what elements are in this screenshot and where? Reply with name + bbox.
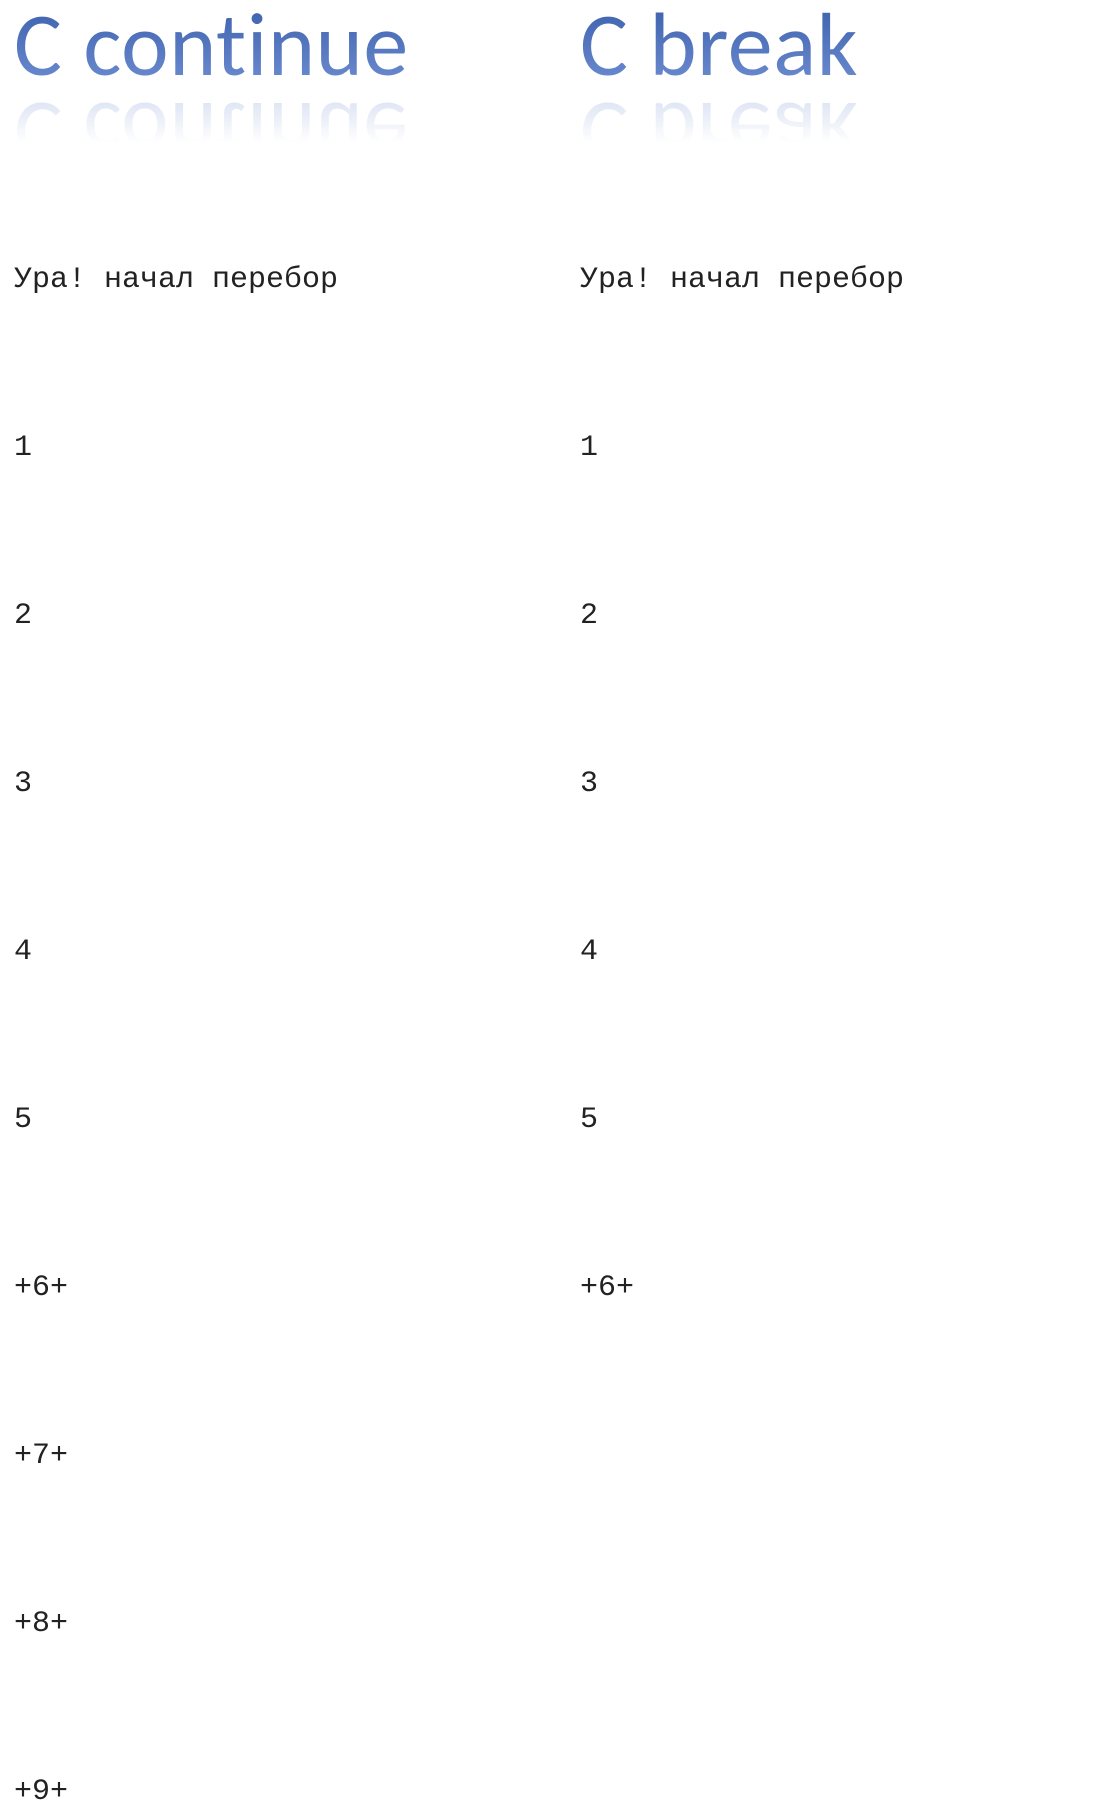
output-line: 4: [580, 924, 904, 980]
output-line: 3: [14, 756, 580, 812]
output-line: 3: [580, 756, 904, 812]
left-heading-reflection: С continue: [14, 88, 409, 178]
output-line: Ура! начал перебор: [14, 252, 580, 308]
output-line: +8+: [14, 1596, 580, 1652]
output-line: +7+: [14, 1428, 580, 1484]
output-line: +6+: [14, 1260, 580, 1316]
output-line: 5: [14, 1092, 580, 1148]
output-line: 2: [580, 588, 904, 644]
output-line: Ура! начал перебор: [580, 252, 904, 308]
left-heading: С continue: [14, 0, 580, 90]
right-heading: С break: [580, 0, 904, 90]
two-column-layout: С continue С continue Ура! начал перебор…: [0, 0, 1118, 903]
output-line: +6+: [580, 1260, 904, 1316]
output-line: 4: [14, 924, 580, 980]
right-heading-wrap: С break С break: [580, 0, 904, 128]
output-line: 5: [580, 1092, 904, 1148]
right-column: С break С break Ура! начал перебор 1 2 3…: [580, 0, 904, 903]
left-heading-wrap: С continue С continue: [14, 0, 580, 128]
left-output-block: Ура! начал перебор 1 2 3 4 5 +6+ +7+ +8+…: [14, 140, 580, 1806]
output-line: 1: [580, 420, 904, 476]
right-output-block: Ура! начал перебор 1 2 3 4 5 +6+: [580, 140, 904, 1428]
output-line: +9+: [14, 1764, 580, 1806]
left-column: С continue С continue Ура! начал перебор…: [0, 0, 580, 903]
right-heading-reflection: С break: [580, 88, 858, 178]
output-line: 2: [14, 588, 580, 644]
output-line: 1: [14, 420, 580, 476]
